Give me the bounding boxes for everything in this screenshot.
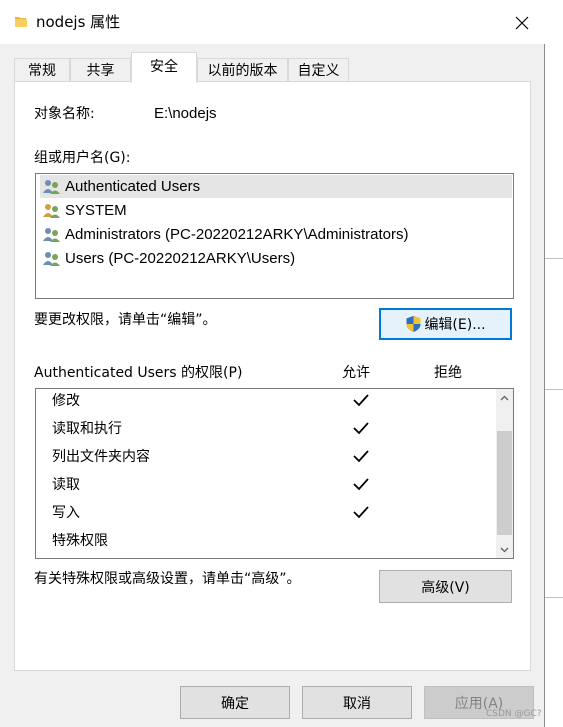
object-name-value: E:\nodejs: [154, 105, 217, 122]
tab-security[interactable]: 安全: [131, 52, 197, 83]
scroll-thumb[interactable]: [497, 431, 512, 535]
tab-customize[interactable]: 自定义: [288, 58, 349, 83]
users-icon: [43, 228, 60, 242]
cancel-button[interactable]: 取消: [302, 686, 412, 719]
tab-general[interactable]: 常规: [14, 58, 70, 83]
group-item-label: Administrators (PC-20220212ARKY\Administ…: [65, 226, 409, 243]
permission-row: 修改: [36, 389, 496, 417]
checkmark-icon: [353, 506, 369, 519]
scroll-up-button[interactable]: [496, 389, 513, 406]
edit-button-label: 编辑(E)...: [424, 317, 486, 333]
title-bar: nodejs 属性: [0, 0, 545, 44]
tab-previous-versions[interactable]: 以前的版本: [197, 58, 288, 83]
divider: [545, 389, 563, 390]
chevron-down-icon: [500, 547, 509, 552]
allow-column-header: 允许: [342, 365, 370, 381]
permission-name: 特殊权限: [52, 533, 108, 549]
checkmark-icon: [353, 478, 369, 491]
permission-name: 读取和执行: [52, 421, 122, 437]
chevron-up-icon: [500, 395, 509, 400]
group-item-system[interactable]: SYSTEM: [40, 199, 512, 222]
group-item-users[interactable]: Users (PC-20220212ARKY\Users): [40, 247, 512, 270]
checkmark-icon: [353, 394, 369, 407]
permissions-scrollbar[interactable]: [496, 389, 513, 558]
uac-shield-icon: [406, 316, 421, 332]
group-item-label: Users (PC-20220212ARKY\Users): [65, 250, 296, 267]
permissions-list[interactable]: 修改 读取和执行 列出文件夹内容 读取 写入 特殊权限: [35, 388, 514, 559]
divider: [545, 258, 563, 259]
edit-button[interactable]: 编辑(E)...: [379, 308, 512, 340]
checkmark-icon: [353, 422, 369, 435]
watermark: CSDN @GC?: [486, 709, 542, 719]
groups-label: 组或用户名(G):: [34, 150, 131, 166]
tab-sharing[interactable]: 共享: [70, 58, 131, 83]
group-item-authenticated-users[interactable]: Authenticated Users: [40, 175, 512, 198]
group-item-administrators[interactable]: Administrators (PC-20220212ARKY\Administ…: [40, 223, 512, 246]
permission-row: 写入: [36, 501, 496, 529]
close-icon: [515, 16, 529, 30]
permissions-label: Authenticated Users 的权限(P): [34, 365, 243, 381]
permission-name: 读取: [52, 477, 80, 493]
users-icon: [43, 180, 60, 194]
group-item-label: SYSTEM: [65, 202, 127, 219]
permission-row: 特殊权限: [36, 529, 496, 557]
window-title: nodejs 属性: [36, 13, 121, 31]
scroll-down-button[interactable]: [496, 541, 513, 558]
change-permissions-hint: 要更改权限，请单击“编辑”。: [34, 312, 217, 328]
background-window-edge: [545, 0, 563, 727]
groups-listbox[interactable]: Authenticated Users SYSTEM Administrator…: [35, 173, 514, 299]
folder-icon: [15, 17, 27, 27]
ok-button[interactable]: 确定: [180, 686, 290, 719]
divider: [545, 597, 563, 598]
deny-column-header: 拒绝: [434, 365, 462, 381]
security-panel: 对象名称: E:\nodejs 组或用户名(G): Authenticated …: [14, 81, 531, 671]
properties-dialog: nodejs 属性 常规 共享 安全 以前的版本 自定义 对象名称: E:\no…: [0, 0, 545, 727]
advanced-settings-hint: 有关特殊权限或高级设置，请单击“高级”。: [34, 571, 301, 587]
users-icon: [43, 204, 60, 218]
permission-row: 列出文件夹内容: [36, 445, 496, 473]
close-button[interactable]: [509, 10, 535, 36]
dialog-footer: 确定 取消 应用(A): [0, 671, 545, 727]
permission-name: 列出文件夹内容: [52, 449, 150, 465]
object-name-label: 对象名称:: [34, 106, 95, 122]
users-icon: [43, 252, 60, 266]
permission-row: 读取和执行: [36, 417, 496, 445]
checkmark-icon: [353, 450, 369, 463]
advanced-button[interactable]: 高级(V): [379, 570, 512, 603]
permission-name: 写入: [52, 505, 80, 521]
group-item-label: Authenticated Users: [65, 178, 201, 195]
permission-name: 修改: [52, 393, 80, 409]
permission-row: 读取: [36, 473, 496, 501]
